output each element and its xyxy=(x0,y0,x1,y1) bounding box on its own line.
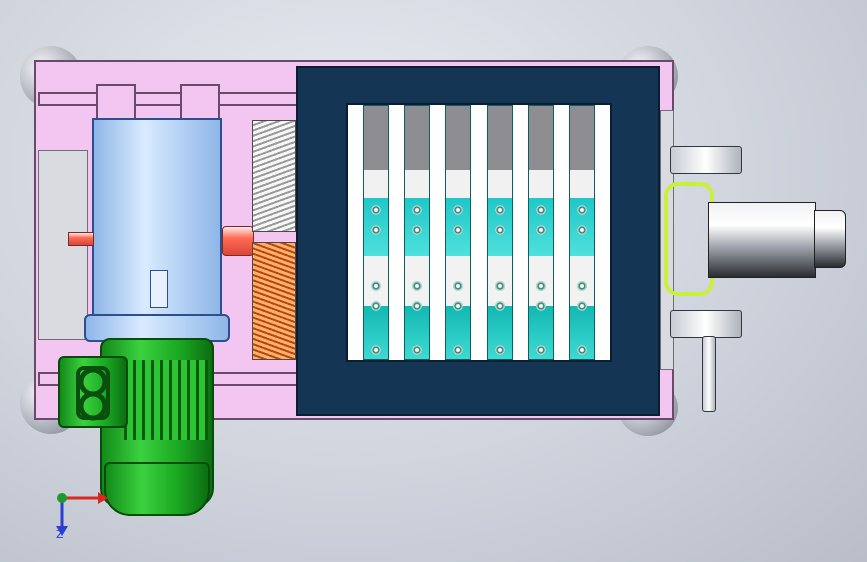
valve-lower[interactable] xyxy=(670,310,742,338)
cutter-bolt xyxy=(576,205,587,215)
cutter-bolt xyxy=(494,345,505,355)
cutter-bolt xyxy=(535,345,546,355)
cutter-bolt xyxy=(576,281,587,291)
servo-shaft-cap xyxy=(814,210,846,268)
cutter-bolt xyxy=(494,205,505,215)
gear-lower[interactable] xyxy=(252,242,296,360)
cutter-bolt xyxy=(494,301,505,311)
servo-motor[interactable] xyxy=(708,202,816,278)
gearbox-shaft-marker xyxy=(150,270,168,308)
axis-triad-icon xyxy=(56,492,108,536)
cutter-bolt xyxy=(535,205,546,215)
cutter-bolt xyxy=(535,301,546,311)
cutter-bolt xyxy=(535,225,546,235)
hydraulic-loop xyxy=(664,182,714,296)
frame-rail-top xyxy=(38,92,298,106)
shaft-stub xyxy=(68,232,94,246)
cutter-bolt xyxy=(494,225,505,235)
motor-logo-icon xyxy=(76,366,110,421)
cutter-bolt xyxy=(576,345,587,355)
cutter-bolt xyxy=(576,301,587,311)
motor-terminal-box[interactable] xyxy=(58,356,128,428)
axis-z-label: Z xyxy=(56,528,64,541)
valve-upper[interactable] xyxy=(670,146,742,174)
cutter-bolt xyxy=(535,281,546,291)
valve-lever[interactable] xyxy=(702,336,716,412)
gear-upper[interactable] xyxy=(252,120,296,232)
cutter-bolt xyxy=(494,281,505,291)
motor-cooling-fins xyxy=(124,360,208,440)
cutter-stack xyxy=(348,105,610,360)
cad-viewport[interactable]: Z xyxy=(0,0,867,562)
motor-fan-cover xyxy=(104,462,210,516)
cutter-bolt xyxy=(576,225,587,235)
drive-coupling[interactable] xyxy=(222,226,254,256)
